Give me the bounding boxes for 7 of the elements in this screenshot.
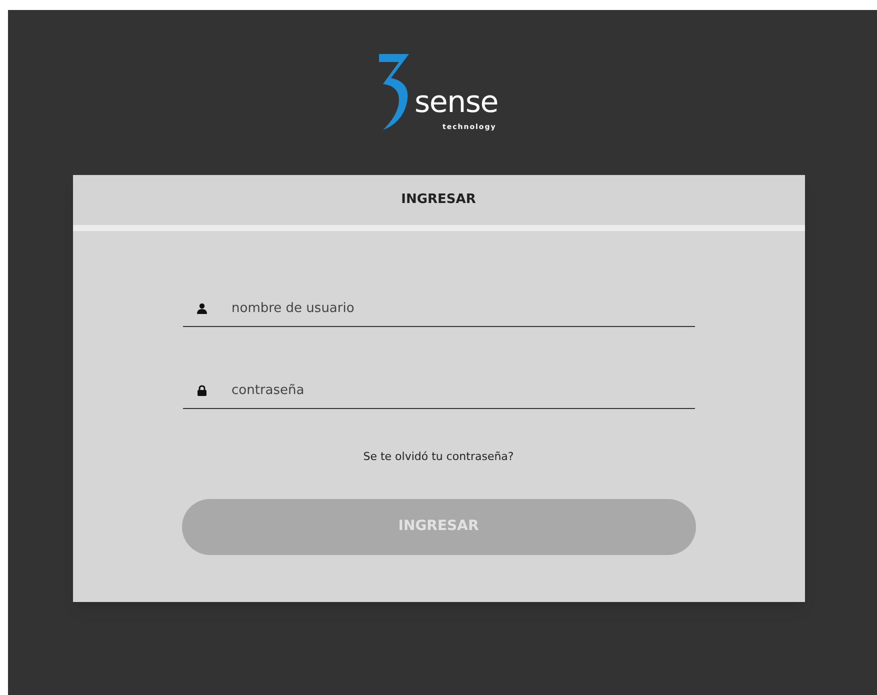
card-title: INGRESAR <box>401 191 476 210</box>
forgot-password-link[interactable]: Se te olvidó tu contraseña? <box>363 449 514 466</box>
user-icon <box>196 303 206 314</box>
lock-icon <box>196 385 206 396</box>
logo-wordmark: sense <box>414 88 498 118</box>
password-field[interactable]: contraseña <box>232 380 694 400</box>
username-field[interactable]: nombre de usuario <box>232 298 694 318</box>
